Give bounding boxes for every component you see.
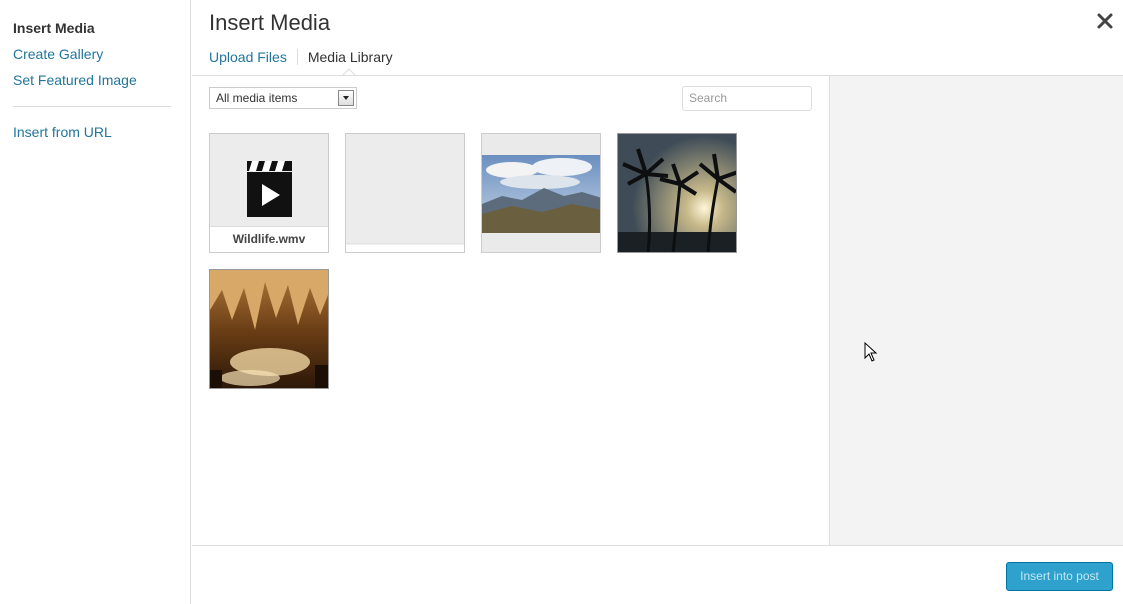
mountain-landscape-image: [482, 134, 600, 252]
menu-item-create-gallery[interactable]: Create Gallery: [13, 46, 103, 62]
attachment-wildlife-wmv[interactable]: Wildlife.wmv: [209, 133, 329, 253]
attachment-details-sidebar: [829, 76, 1123, 545]
menu-item-set-featured-image[interactable]: Set Featured Image: [13, 72, 137, 88]
attachments-browser: All media items Search Wildlife.wmv: [192, 76, 829, 545]
dropdown-arrow-icon[interactable]: [338, 90, 354, 106]
attachment-mountain-landscape[interactable]: [481, 133, 601, 253]
attachment-blank[interactable]: [345, 133, 465, 253]
menu-separator: [13, 106, 171, 107]
media-type-filter-value: All media items: [216, 91, 298, 105]
media-frame: Insert Media Upload Files Media Library …: [192, 0, 1123, 604]
frame-title: Insert Media: [209, 10, 331, 35]
insert-into-post-button[interactable]: Insert into post: [1006, 562, 1113, 591]
mouse-cursor-icon: [864, 342, 878, 362]
tab-media-library[interactable]: Media Library: [296, 49, 403, 65]
media-type-filter-select[interactable]: All media items: [209, 87, 357, 109]
menu-item-insert-media[interactable]: Insert Media: [13, 20, 95, 36]
palm-sunset-image: [618, 134, 736, 252]
cave-stalactites-image: [210, 270, 328, 388]
media-toolbar: Insert into post: [192, 545, 1123, 604]
media-router: Upload Files Media Library: [209, 46, 403, 68]
placeholder-image: [346, 134, 464, 252]
attachment-caption: Wildlife.wmv: [210, 226, 328, 252]
tab-upload-files[interactable]: Upload Files: [209, 49, 297, 65]
attachment-palm-sunset[interactable]: [617, 133, 737, 253]
menu-item-insert-from-url[interactable]: Insert from URL: [13, 124, 112, 140]
close-icon[interactable]: [1096, 12, 1114, 30]
search-input[interactable]: Search: [682, 86, 812, 111]
attachment-cave-stalactites[interactable]: [209, 269, 329, 389]
media-menu: Insert Media Create Gallery Set Featured…: [0, 0, 191, 604]
